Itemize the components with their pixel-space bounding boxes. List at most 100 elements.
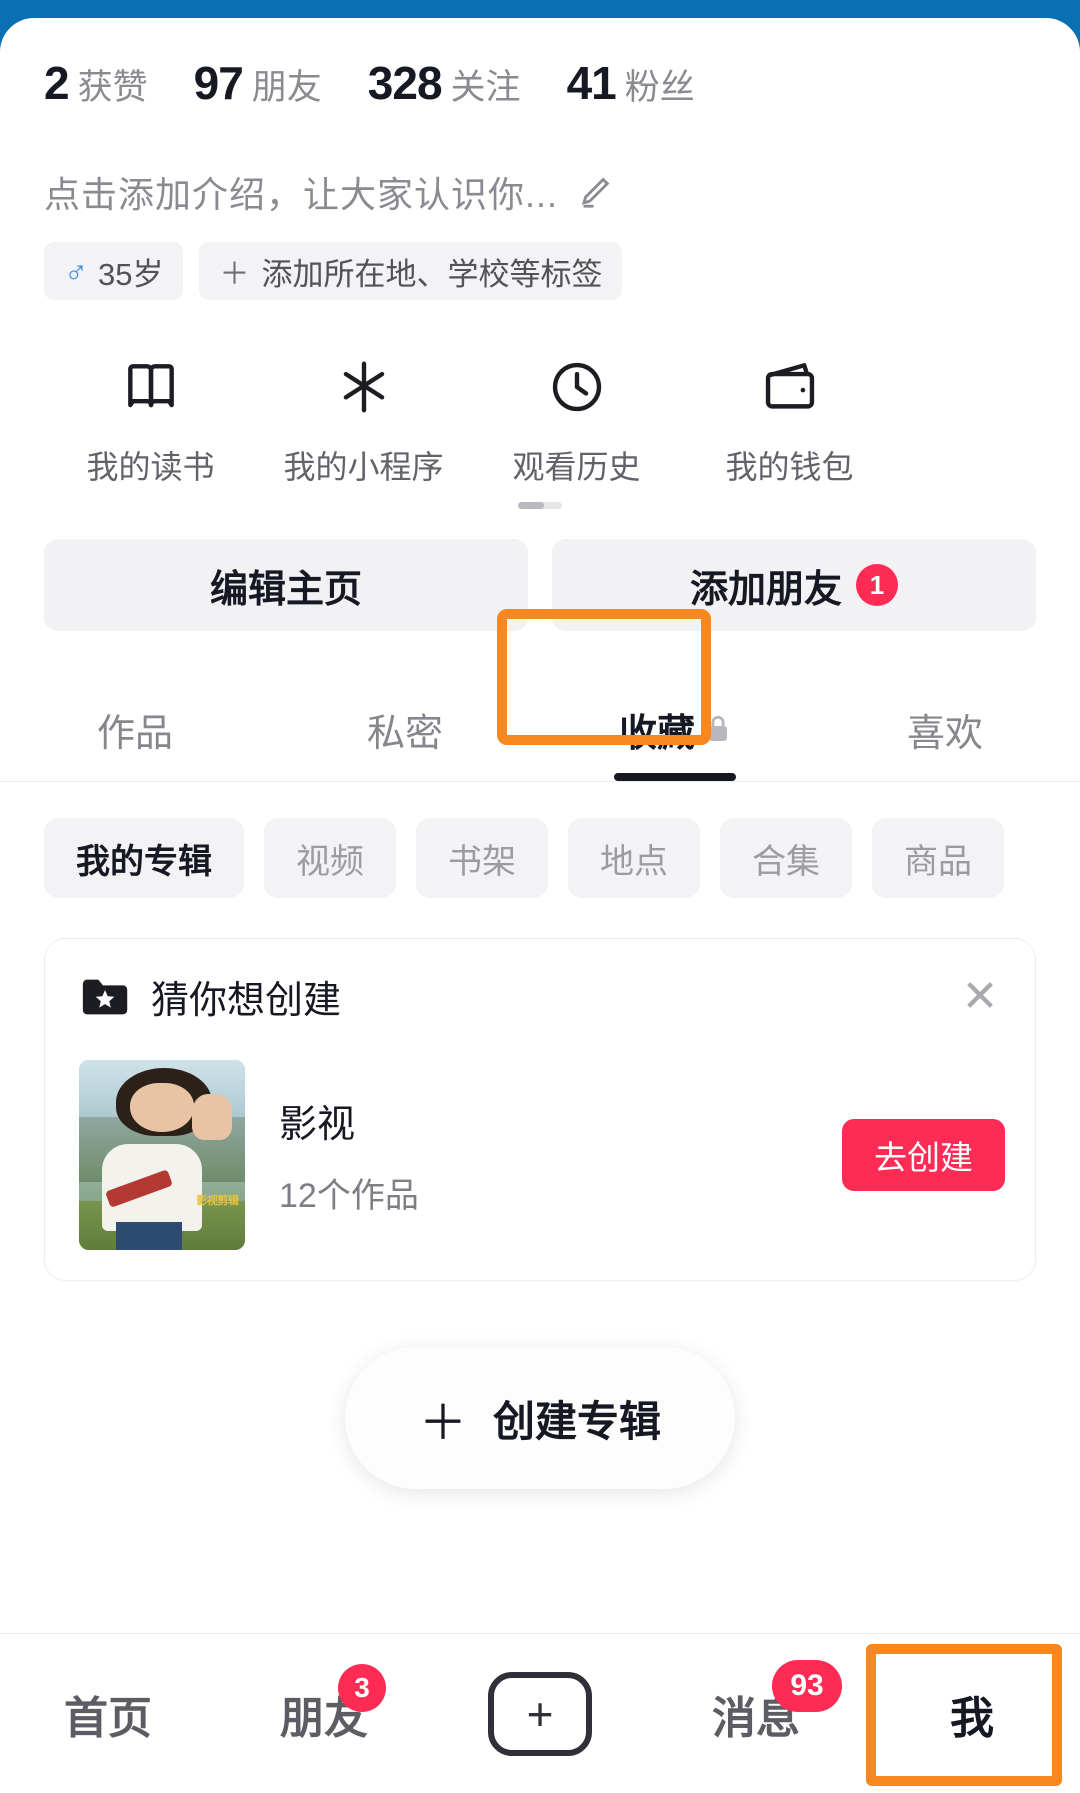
close-icon[interactable]: ✕ (955, 972, 1005, 1022)
quick-entry-wallet-label: 我的钱包 (725, 449, 854, 485)
content-tabs-wrap: 作品 私密 收藏 喜欢 (0, 609, 1080, 782)
tag-age-label: 35岁 (98, 256, 164, 292)
quick-entries-row: 我的读书 我的小程序 观看历史 我的钱包 (0, 300, 1080, 488)
add-friend-badge: 1 (856, 564, 898, 606)
quick-entry-reading-label: 我的读书 (86, 449, 215, 485)
nav-item-me-label: 我 (950, 1693, 994, 1743)
chip-collection-label: 合集 (752, 842, 820, 881)
mini-program-icon (333, 352, 395, 422)
nav-item-friends[interactable]: 朋友 3 (216, 1634, 432, 1793)
chip-my-albums[interactable]: 我的专辑 (44, 818, 244, 898)
stat-followers-value: 41 (566, 57, 617, 109)
bio-row[interactable]: 点击添加介绍，让大家认识你... (0, 110, 1080, 218)
bottom-navigation-bar: 首页 朋友 3 + 消息 93 我 (0, 1633, 1080, 1793)
suggestion-card-title: 猜你想创建 (151, 980, 342, 1022)
quick-entry-history[interactable]: 观看历史 (470, 352, 683, 488)
quick-entry-wallet[interactable]: 我的钱包 (683, 352, 896, 488)
quick-entry-history-label: 观看历史 (512, 449, 641, 485)
tab-favorites-label: 收藏 (618, 712, 695, 755)
nav-item-messages-badge: 93 (772, 1659, 842, 1712)
suggestion-card: 猜你想创建 ✕ 影视剪辑 影视 12个作品 去创建 (44, 938, 1036, 1281)
chip-bookshelf-label: 书架 (448, 842, 516, 881)
nav-item-friends-badge: 3 (338, 1663, 386, 1712)
profile-actions-row: 编辑主页 添加朋友 1 (0, 509, 1080, 631)
profile-stats-row: 2 获赞 97 朋友 328 关注 41 粉丝 (0, 18, 1080, 110)
suggestion-item-title: 影视 (279, 1104, 356, 1146)
plus-icon-create-album: ＋ (418, 1397, 467, 1450)
phone-frame: 2 获赞 97 朋友 328 关注 41 粉丝 点击添加介绍，让大家认识你... (0, 0, 1080, 1793)
tag-add-info-label: 添加所在地、学校等标签 (261, 256, 603, 292)
tab-works[interactable]: 作品 (0, 677, 270, 781)
book-icon (120, 352, 182, 422)
thumbnail-overlay-text: 影视剪辑 (196, 1195, 239, 1208)
create-album-wrap: ＋ 创建专辑 (0, 1347, 1080, 1489)
scroll-thumb[interactable] (518, 502, 544, 509)
create-album-label: 创建专辑 (493, 1397, 662, 1445)
stat-friends-label: 朋友 (251, 68, 322, 107)
bio-placeholder-text: 点击添加介绍，让大家认识你... (44, 174, 559, 215)
app-screen: 2 获赞 97 朋友 328 关注 41 粉丝 点击添加介绍，让大家认识你... (0, 18, 1080, 1793)
chip-collection[interactable]: 合集 (720, 818, 852, 898)
stat-friends-value: 97 (193, 57, 244, 109)
tag-age-gender[interactable]: ♂ 35岁 (44, 242, 184, 300)
stat-followers-label: 粉丝 (624, 68, 695, 107)
stat-likes-value: 2 (44, 57, 70, 109)
nav-item-me[interactable]: 我 (864, 1634, 1080, 1793)
nav-item-home[interactable]: 首页 (0, 1634, 216, 1793)
suggestion-item-subtitle: 12个作品 (279, 1177, 419, 1215)
content-tabs: 作品 私密 收藏 喜欢 (0, 677, 1080, 781)
quick-entry-miniprogram[interactable]: 我的小程序 (257, 352, 470, 488)
chip-goods[interactable]: 商品 (872, 818, 1004, 898)
tab-active-underline (614, 773, 736, 781)
tab-liked-label: 喜欢 (906, 712, 983, 755)
tab-works-label: 作品 (96, 712, 173, 755)
nav-item-home-label: 首页 (64, 1693, 152, 1743)
chip-video[interactable]: 视频 (264, 818, 396, 898)
quick-entries-scroll-indicator (0, 502, 1080, 509)
male-icon: ♂ (64, 252, 88, 289)
scroll-track (518, 502, 562, 509)
quick-entry-miniprogram-label: 我的小程序 (283, 449, 444, 485)
suggestion-card-body[interactable]: 影视剪辑 影视 12个作品 去创建 (79, 1060, 1005, 1250)
suggestion-card-header: 猜你想创建 ✕ (79, 969, 1005, 1024)
profile-tags-row: ♂ 35岁 ＋ 添加所在地、学校等标签 (0, 218, 1080, 300)
create-album-button[interactable]: ＋ 创建专辑 (344, 1347, 736, 1489)
clock-icon (546, 352, 608, 422)
suggestion-item-info: 影视 12个作品 (279, 1093, 842, 1217)
plus-icon: ＋ (219, 258, 250, 291)
chip-location-label: 地点 (600, 842, 668, 881)
tab-liked[interactable]: 喜欢 (810, 677, 1080, 781)
chip-video-label: 视频 (296, 842, 364, 881)
chip-my-albums-label: 我的专辑 (76, 842, 212, 881)
quick-entry-reading[interactable]: 我的读书 (44, 352, 257, 488)
pencil-icon[interactable] (574, 172, 614, 212)
stat-friends[interactable]: 97 朋友 (194, 56, 322, 110)
nav-item-messages[interactable]: 消息 93 (648, 1634, 864, 1793)
add-friend-label: 添加朋友 (689, 568, 842, 611)
add-friend-button[interactable]: 添加朋友 1 (552, 539, 1036, 631)
tabs-divider (0, 781, 1080, 782)
tab-private[interactable]: 私密 (270, 677, 540, 781)
stat-following[interactable]: 328 关注 (368, 56, 521, 110)
chip-location[interactable]: 地点 (568, 818, 700, 898)
lock-icon (705, 714, 731, 744)
edit-profile-button[interactable]: 编辑主页 (44, 539, 528, 631)
wallet-icon (759, 352, 821, 422)
plus-glyph: + (526, 1687, 554, 1740)
go-create-button[interactable]: 去创建 (842, 1119, 1005, 1191)
tab-private-label: 私密 (366, 712, 443, 755)
tab-favorites[interactable]: 收藏 (540, 677, 810, 781)
stat-following-label: 关注 (450, 68, 521, 107)
stat-likes[interactable]: 2 获赞 (44, 56, 148, 110)
plus-box-icon[interactable]: + (488, 1671, 592, 1756)
chip-bookshelf[interactable]: 书架 (416, 818, 548, 898)
stat-followers[interactable]: 41 粉丝 (567, 56, 695, 110)
folder-star-icon (79, 973, 133, 1021)
filter-chips-row: 我的专辑 视频 书架 地点 合集 商品 (0, 782, 1080, 898)
nav-item-create[interactable]: + (432, 1634, 648, 1793)
tag-add-info[interactable]: ＋ 添加所在地、学校等标签 (199, 242, 623, 300)
chip-goods-label: 商品 (904, 842, 972, 881)
stat-following-value: 328 (367, 57, 443, 109)
suggestion-thumbnail: 影视剪辑 (79, 1060, 245, 1250)
edit-profile-label: 编辑主页 (209, 568, 362, 611)
